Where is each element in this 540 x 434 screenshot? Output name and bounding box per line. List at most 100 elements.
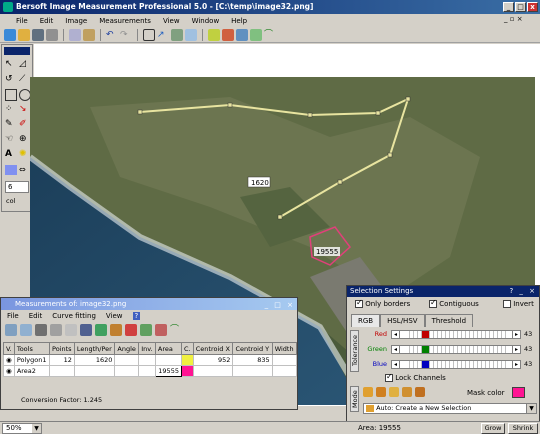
- curve-data-icon[interactable]: ⌒: [170, 324, 182, 336]
- subtract-selection-icon[interactable]: [389, 387, 399, 397]
- zoom-select[interactable]: 50% ▼: [2, 423, 42, 434]
- rectangle-icon[interactable]: [5, 89, 17, 101]
- palette-icon[interactable]: [80, 324, 92, 336]
- col-header[interactable]: Inv.: [138, 342, 156, 355]
- invert-option[interactable]: Invert: [503, 300, 534, 308]
- stats-data-icon[interactable]: [110, 324, 122, 336]
- open-icon[interactable]: [18, 28, 30, 41]
- blue-slider[interactable]: ◂ ▸: [391, 360, 521, 369]
- xor-selection-icon[interactable]: [415, 387, 425, 397]
- chart-data-icon[interactable]: [125, 324, 137, 336]
- copy-data-icon[interactable]: [20, 324, 32, 336]
- meas-menu-view[interactable]: View: [106, 312, 123, 320]
- hand-icon[interactable]: ☜: [5, 134, 17, 146]
- save-icon[interactable]: [32, 28, 44, 41]
- red-slider[interactable]: ◂ ▸: [391, 330, 521, 339]
- menu-edit[interactable]: Edit: [40, 17, 54, 25]
- copy-icon[interactable]: [69, 28, 81, 41]
- contiguous-checkbox[interactable]: [429, 298, 437, 308]
- undo-icon[interactable]: ↶: [106, 29, 118, 41]
- invert-checkbox[interactable]: [503, 300, 511, 308]
- minimize-button[interactable]: _: [503, 2, 514, 12]
- col-header[interactable]: Centroid X: [192, 342, 234, 355]
- pencil-icon[interactable]: ✎: [5, 119, 17, 131]
- meas-menu-file[interactable]: File: [7, 312, 19, 320]
- chevron-down-icon[interactable]: ▼: [32, 424, 41, 433]
- only-borders-checkbox[interactable]: [355, 298, 363, 308]
- print-data-icon[interactable]: [50, 324, 62, 336]
- mode-select[interactable]: Auto: Create a New Selection ▼: [363, 403, 537, 414]
- chart-icon[interactable]: [236, 28, 248, 41]
- table-row[interactable]: ◉ Area2 19555: [3, 365, 298, 377]
- col-header[interactable]: Length/Per: [73, 342, 116, 355]
- col-header[interactable]: C.: [180, 342, 194, 355]
- delete-icon[interactable]: [35, 324, 47, 336]
- paste-icon[interactable]: [83, 28, 95, 41]
- ruler-icon[interactable]: [143, 28, 155, 41]
- redo-icon[interactable]: ↷: [120, 29, 132, 41]
- mask-color-swatch[interactable]: [512, 387, 525, 398]
- grid-data-icon[interactable]: [155, 324, 167, 336]
- spin-input[interactable]: 6: [5, 181, 29, 193]
- grid-icon[interactable]: [185, 28, 197, 41]
- visibility-eye-icon[interactable]: ◉: [3, 354, 15, 366]
- col-header[interactable]: V.: [3, 342, 15, 355]
- new-icon[interactable]: [4, 28, 16, 41]
- mdi-controls[interactable]: _ ▫ ×: [504, 15, 523, 23]
- menu-image[interactable]: Image: [65, 17, 87, 25]
- select-arrow-icon[interactable]: ↖: [5, 59, 17, 71]
- polygon-icon[interactable]: ◿: [19, 59, 31, 71]
- col-header[interactable]: Tools: [13, 342, 51, 355]
- meas-menu-edit[interactable]: Edit: [29, 312, 43, 320]
- new-selection-icon[interactable]: [363, 387, 373, 397]
- visibility-eye-icon[interactable]: ◉: [3, 365, 15, 377]
- table-icon[interactable]: [222, 28, 234, 41]
- maximize-button[interactable]: □: [515, 2, 526, 12]
- tab-hsl-hsv[interactable]: HSL/HSV: [380, 314, 425, 327]
- green-slider-thumb[interactable]: [422, 346, 429, 353]
- print-icon[interactable]: [46, 28, 58, 41]
- chevron-down-icon[interactable]: ▼: [526, 404, 536, 413]
- green-slider[interactable]: ◂ ▸: [391, 345, 521, 354]
- col-header[interactable]: Angle: [114, 342, 140, 355]
- select-all-icon[interactable]: [5, 324, 17, 336]
- lasso-icon[interactable]: ↺: [5, 74, 17, 86]
- measure-icon[interactable]: [208, 28, 220, 41]
- menu-file[interactable]: File: [16, 17, 28, 25]
- red-slider-thumb[interactable]: [422, 331, 429, 338]
- menu-help[interactable]: Help: [231, 17, 247, 25]
- tab-threshold[interactable]: Threshold: [424, 314, 474, 327]
- meas-menu-help[interactable]: ?: [132, 312, 141, 320]
- col-header[interactable]: Width: [271, 342, 298, 355]
- color-icon[interactable]: [95, 324, 107, 336]
- color-swatch[interactable]: [5, 165, 17, 175]
- arrow-icon[interactable]: ↗: [157, 29, 169, 41]
- blue-slider-thumb[interactable]: [422, 361, 429, 368]
- menu-view[interactable]: View: [163, 17, 180, 25]
- intersect-selection-icon[interactable]: [402, 387, 412, 397]
- contiguous-option[interactable]: Contiguous: [429, 298, 479, 308]
- add-selection-icon[interactable]: [376, 387, 386, 397]
- shrink-button[interactable]: Shrink: [508, 423, 538, 434]
- selection-window-controls[interactable]: ? _ ×: [509, 286, 537, 297]
- export-icon[interactable]: [140, 324, 152, 336]
- measurements-window-controls[interactable]: _ □ ×: [265, 299, 295, 311]
- lock-channels-checkbox[interactable]: [385, 372, 393, 382]
- menu-measurements[interactable]: Measurements: [99, 17, 151, 25]
- col-header[interactable]: Area: [154, 342, 182, 355]
- preview-icon[interactable]: [65, 324, 77, 336]
- meas-menu-curve-fitting[interactable]: Curve fitting: [52, 312, 96, 320]
- lock-channels-option[interactable]: Lock Channels: [385, 372, 446, 382]
- close-button[interactable]: x: [527, 2, 538, 12]
- col-header[interactable]: Centroid Y: [232, 342, 273, 355]
- grow-button[interactable]: Grow: [481, 423, 505, 434]
- scan-icon[interactable]: [171, 28, 183, 41]
- col-header[interactable]: Points: [49, 342, 75, 355]
- menu-window[interactable]: Window: [192, 17, 220, 25]
- text-icon[interactable]: A: [5, 149, 17, 161]
- stats-icon[interactable]: [250, 28, 262, 41]
- tab-rgb[interactable]: RGB: [351, 314, 381, 327]
- only-borders-option[interactable]: Only borders: [355, 298, 410, 308]
- magic-wand-icon[interactable]: ⁘: [5, 104, 17, 116]
- curve-icon[interactable]: ⌒: [264, 29, 276, 41]
